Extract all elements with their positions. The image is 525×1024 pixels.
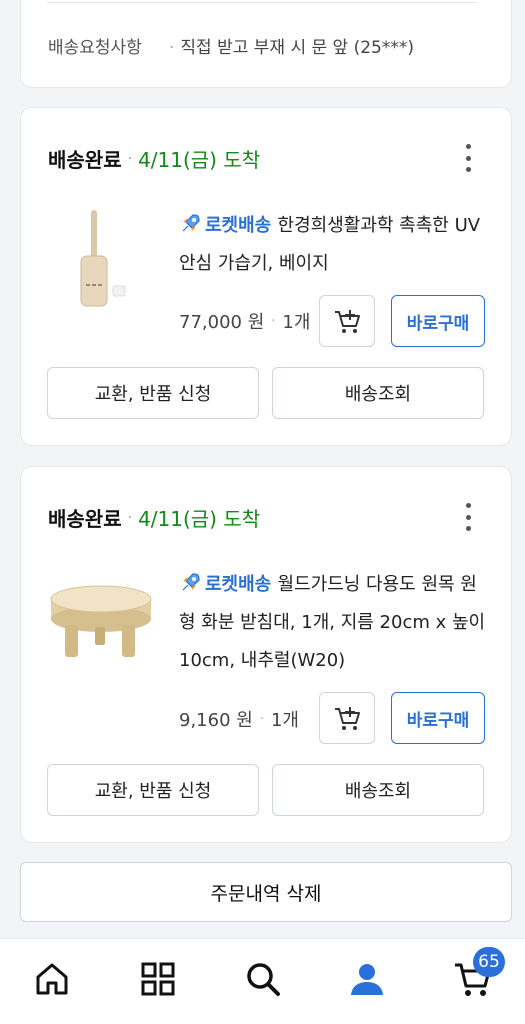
track-delivery-button[interactable]: 배송조회: [272, 367, 484, 419]
delivery-status: 배송완료: [48, 507, 122, 531]
exchange-return-button[interactable]: 교환, 반품 신청: [47, 764, 259, 816]
product-title[interactable]: 로켓배송 월드가드닝 다용도 원목 원형 화분 받침대, 1개, 지름 20cm…: [179, 566, 489, 680]
my-account-icon[interactable]: [345, 957, 389, 1001]
add-to-cart-icon: [335, 310, 360, 333]
delivery-request-label: 배송요청사항: [48, 38, 142, 58]
delete-order-button[interactable]: 주문내역 삭제: [20, 862, 512, 922]
add-to-cart-button[interactable]: [319, 692, 375, 744]
search-icon[interactable]: [241, 957, 285, 1001]
delivery-request-value: · 직접 받고 부재 시 문 앞 (25***): [169, 38, 414, 58]
more-options-icon[interactable]: [465, 144, 471, 172]
price: 9,160 원: [179, 710, 253, 731]
add-to-cart-icon: [335, 707, 360, 730]
rocket-delivery-badge: 로켓배송: [179, 573, 278, 595]
track-delivery-button[interactable]: 배송조회: [272, 764, 484, 816]
delivery-status: 배송완료: [48, 148, 122, 172]
order-card: 배송완료 · 4/11(금) 도착 로켓배송 한경희생활과학 촉촉한 UV 안심…: [20, 107, 512, 446]
exchange-return-button[interactable]: 교환, 반품 신청: [47, 367, 259, 419]
wooden-stand-image[interactable]: [45, 565, 155, 675]
quantity: 1개: [270, 710, 299, 731]
arrival-date: 4/11(금) 도착: [138, 507, 261, 531]
rocket-icon: [182, 573, 200, 591]
cart-icon[interactable]: 65: [451, 947, 505, 1001]
add-to-cart-button[interactable]: [319, 295, 375, 347]
more-options-icon[interactable]: [465, 503, 471, 531]
humidifier-image[interactable]: [45, 202, 155, 312]
cart-count-badge: 65: [473, 947, 505, 977]
rocket-icon: [182, 214, 200, 232]
delivery-request-text: 직접 받고 부재 시 문 앞 (25***): [180, 38, 414, 58]
category-grid-icon[interactable]: [136, 957, 180, 1001]
arrival-date: 4/11(금) 도착: [138, 148, 261, 172]
order-status-row: 배송완료 · 4/11(금) 도착: [48, 503, 260, 532]
price: 77,000 원: [179, 312, 265, 333]
buy-now-button[interactable]: 바로구매: [391, 295, 485, 347]
buy-now-button[interactable]: 바로구매: [391, 692, 485, 744]
order-status-row: 배송완료 · 4/11(금) 도착: [48, 144, 260, 173]
quantity: 1개: [282, 312, 311, 333]
product-title[interactable]: 로켓배송 한경희생활과학 촉촉한 UV 안심 가습기, 베이지: [179, 207, 489, 283]
order-card: 배송완료 · 4/11(금) 도착 로켓배송 월드가드닝 다용도 원목 원형 화…: [20, 466, 512, 843]
price-row: 9,160 원 · 1개: [179, 706, 299, 732]
home-icon[interactable]: [30, 957, 74, 1001]
rocket-delivery-badge: 로켓배송: [179, 214, 278, 236]
delivery-info-card: 배송요청사항 · 직접 받고 부재 시 문 앞 (25***): [20, 0, 512, 88]
price-row: 77,000 원 · 1개: [179, 308, 310, 334]
bottom-navigation: 65: [0, 938, 525, 1024]
divider: [47, 2, 477, 3]
